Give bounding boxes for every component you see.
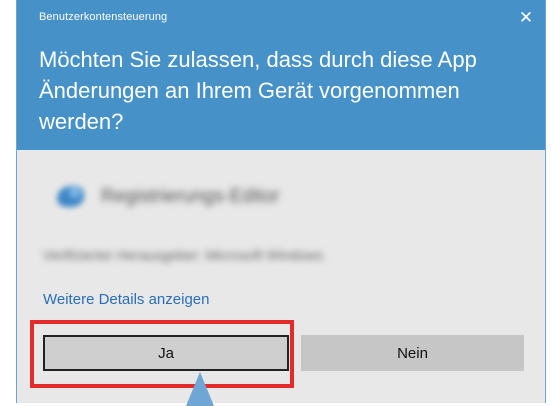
close-icon[interactable]: ✕ — [513, 6, 539, 30]
arrow-up-pointer — [186, 372, 214, 406]
app-name: Registrierungs-Editor — [101, 186, 280, 207]
publisher-text: Verifizierter Herausgeber: Microsoft Win… — [43, 247, 324, 263]
uac-dialog: Benutzerkontensteuerung ✕ Möchten Sie zu… — [16, 0, 546, 403]
no-button[interactable]: Nein — [301, 335, 524, 371]
dialog-question: Möchten Sie zulassen, dass durch diese A… — [39, 47, 477, 134]
dialog-header: Benutzerkontensteuerung ✕ Möchten Sie zu… — [17, 0, 545, 150]
show-details-link[interactable]: Weitere Details anzeigen — [43, 291, 209, 308]
yes-button[interactable]: Ja — [43, 335, 289, 371]
dialog-caption: Benutzerkontensteuerung — [39, 11, 168, 23]
registry-editor-icon — [57, 185, 85, 208]
